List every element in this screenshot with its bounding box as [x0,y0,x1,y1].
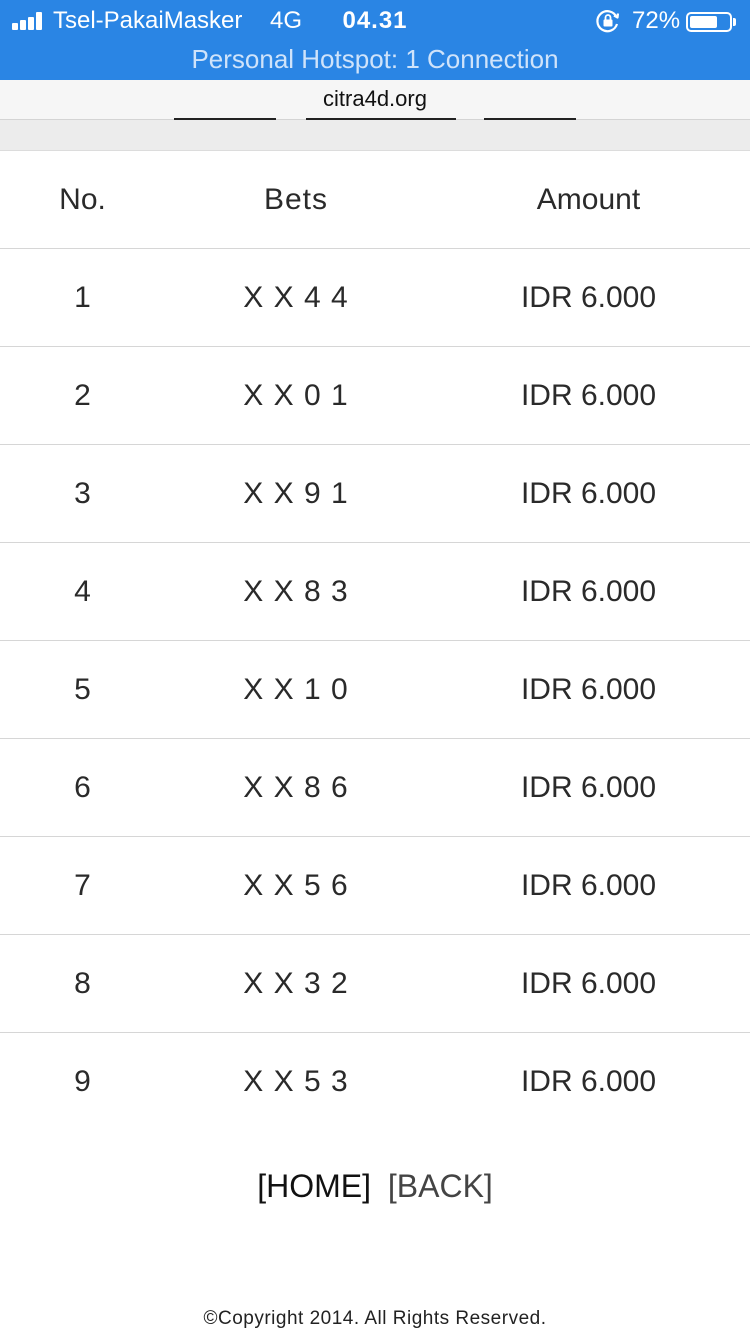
row-bet: X X 8 3 [243,575,349,608]
battery-fill [690,16,717,28]
copyright-text: ©Copyright 2014. All Rights Reserved. [203,1308,547,1329]
table-row: 7 X X 5 6 IDR 6.000 [0,837,750,935]
row-bet: X X 5 3 [243,1065,349,1098]
back-link[interactable]: [BACK] [388,1168,493,1204]
row-bet: X X 3 2 [243,967,349,1000]
table-row: 4 X X 8 3 IDR 6.000 [0,543,750,641]
page-nav: [HOME] [BACK] [0,1166,750,1206]
row-amount: IDR 6.000 [520,477,657,510]
status-bar: Tsel-PakaiMasker 4G 04.31 72% Personal H… [0,0,750,80]
row-amount: IDR 6.000 [520,673,657,706]
table-row: 6 X X 8 6 IDR 6.000 [0,739,750,837]
header-bets: Bets [263,183,329,216]
row-bet: X X 9 1 [243,477,349,510]
table-row: 5 X X 1 0 IDR 6.000 [0,641,750,739]
row-no: 7 [74,869,91,902]
row-no: 8 [74,967,91,1000]
battery-tip [733,18,736,26]
row-amount: IDR 6.000 [520,771,657,804]
status-bar-row: Tsel-PakaiMasker 4G 04.31 72% [0,6,750,36]
row-no: 2 [74,379,91,412]
page: Tsel-PakaiMasker 4G 04.31 72% Personal H… [0,0,750,1334]
table-row: 1 X X 4 4 IDR 6.000 [0,249,750,347]
row-amount: IDR 6.000 [520,869,657,902]
row-amount: IDR 6.000 [520,967,657,1000]
row-amount: IDR 6.000 [520,575,657,608]
row-amount: IDR 6.000 [520,1065,657,1098]
address-bar[interactable]: citra4d.org [0,80,750,120]
row-amount: IDR 6.000 [520,281,657,314]
row-no: 4 [74,575,91,608]
battery-percent: 72% [632,7,681,34]
row-bet: X X 5 6 [243,869,349,902]
hotspot-banner[interactable]: Personal Hotspot: 1 Connection [0,42,750,76]
row-bet: X X 4 4 [243,281,349,314]
row-amount: IDR 6.000 [520,379,657,412]
row-no: 1 [74,281,91,314]
home-link[interactable]: [HOME] [257,1168,371,1204]
row-bet: X X 0 1 [243,379,349,412]
table-row: 3 X X 9 1 IDR 6.000 [0,445,750,543]
battery-icon [686,12,732,32]
row-bet: X X 8 6 [243,771,349,804]
table-row: 2 X X 0 1 IDR 6.000 [0,347,750,445]
header-no: No. [59,183,106,216]
orientation-lock-icon [596,10,620,33]
row-no: 6 [74,771,91,804]
row-no: 3 [74,477,91,510]
table-header-row: No. Bets Amount [0,151,750,249]
row-bet: X X 1 0 [243,673,349,706]
table-row: 8 X X 3 2 IDR 6.000 [0,935,750,1033]
header-amount: Amount [536,183,641,216]
bets-table: No. Bets Amount 1 X X 4 4 IDR 6.000 2 X … [0,151,750,1130]
table-row: 9 X X 5 3 IDR 6.000 [0,1033,750,1130]
row-no: 9 [74,1065,91,1098]
scrolled-header-strip [0,120,750,151]
url-text[interactable]: citra4d.org [0,86,750,112]
row-no: 5 [74,673,91,706]
